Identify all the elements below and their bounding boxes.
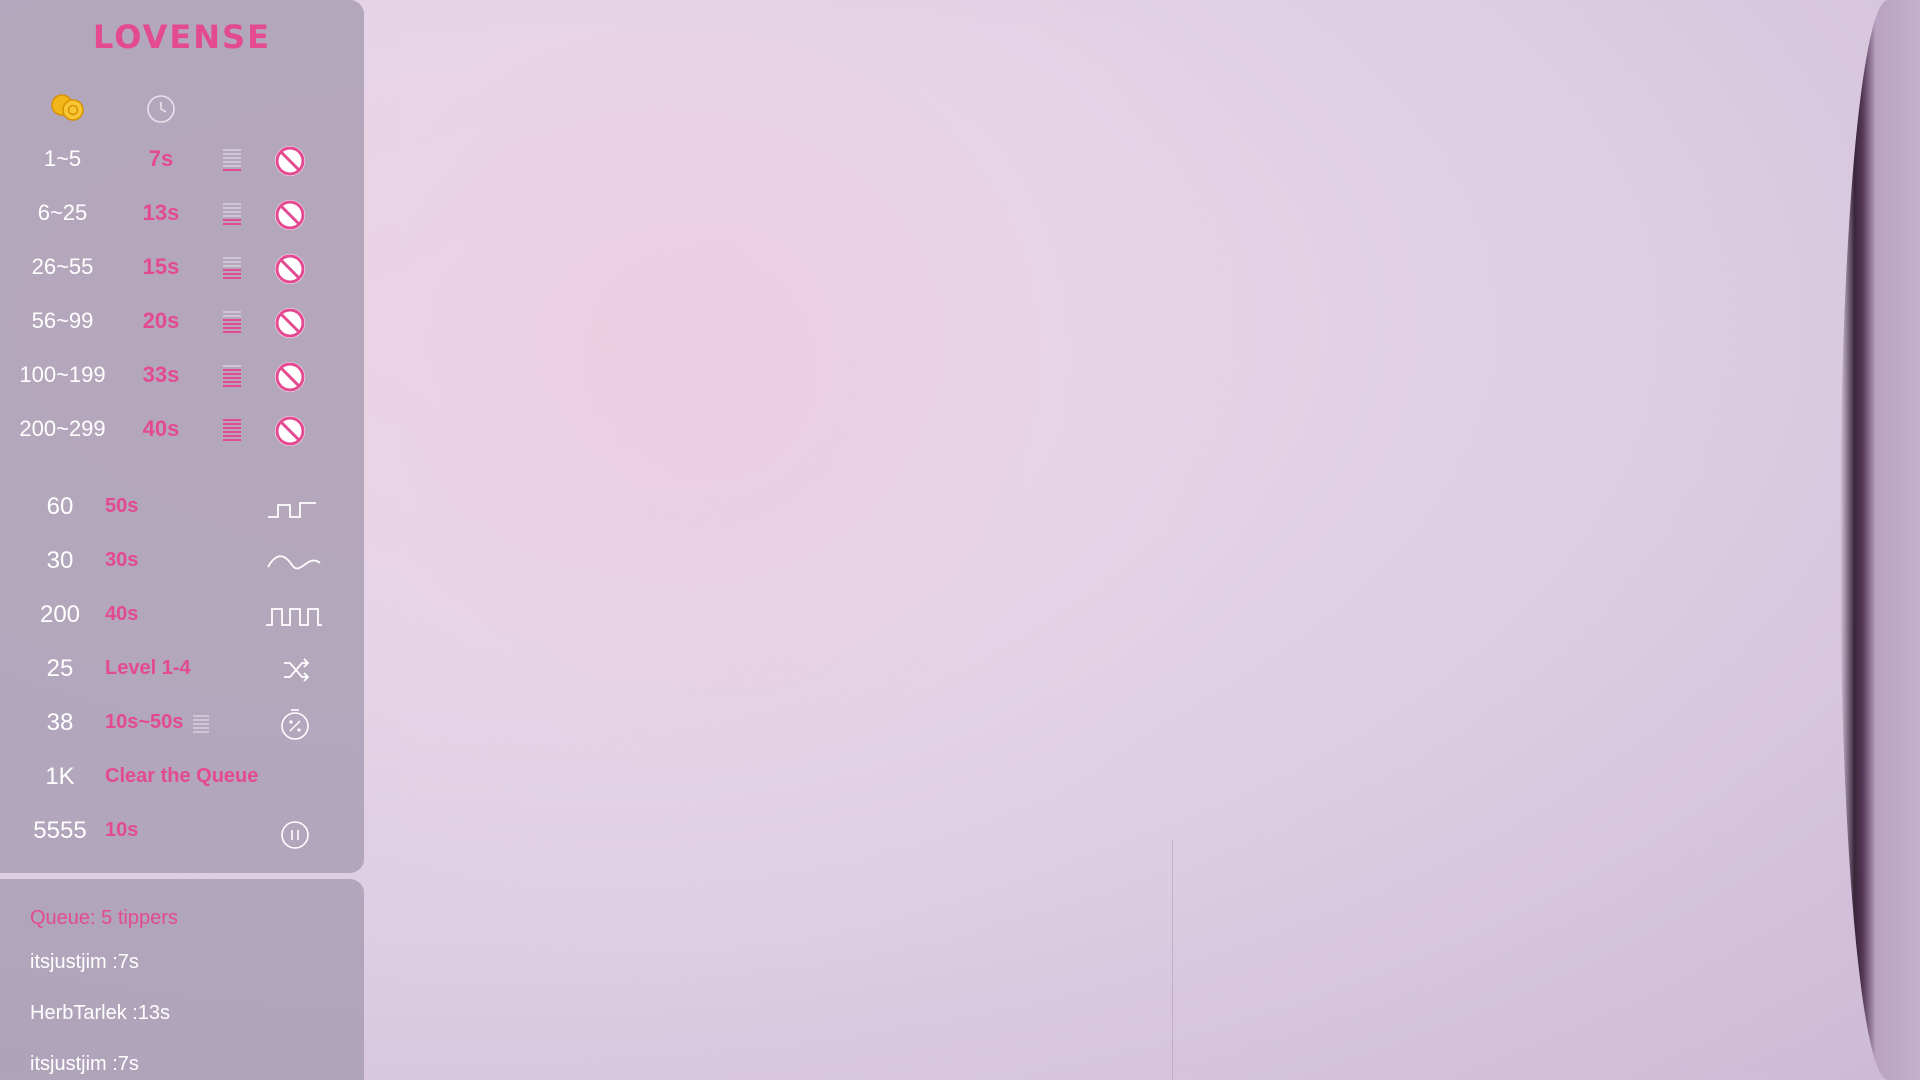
tip-duration: 33s [142, 362, 180, 387]
queue-item: itsjustjim :7s [30, 1053, 139, 1075]
command-label: 10s [105, 819, 139, 841]
pause-icon [281, 821, 309, 849]
command-label: 40s [105, 603, 139, 625]
queue-item: itsjustjim :7s [30, 951, 139, 973]
tip-level-row: 100~199 33s [0, 350, 364, 404]
tip-range: 26~55 [31, 254, 94, 279]
special-command-row: 200 40s [0, 589, 364, 643]
disabled-icon [275, 416, 305, 446]
shuffle-icon [284, 658, 310, 682]
tip-duration: 20s [142, 308, 180, 333]
tip-range: 56~99 [31, 308, 94, 333]
level-bars-icon [223, 419, 241, 441]
lovense-logo: LOVENSE [93, 18, 271, 56]
background-line [1172, 840, 1173, 1080]
tip-range: 100~199 [19, 362, 106, 387]
tip-duration: 13s [142, 200, 180, 225]
tip-amount: 200 [39, 601, 81, 628]
tip-range: 200~299 [19, 416, 106, 441]
special-command-row: 1K Clear the Queue [0, 751, 364, 805]
queue-panel: Queue: 5 tippers itsjustjim :7s HerbTarl… [0, 879, 364, 1080]
special-command-row: 60 50s [0, 481, 364, 535]
tip-level-row: 26~55 15s [0, 242, 364, 296]
level-bars-icon [223, 365, 241, 387]
special-command-row: 5555 10s [0, 805, 364, 859]
right-edge-shadow [1840, 0, 1920, 1080]
tip-duration: 15s [142, 254, 180, 279]
level-bars-icon [223, 203, 241, 225]
tip-level-row: 6~25 13s [0, 188, 364, 242]
clock-icon [147, 95, 175, 123]
command-label: Level 1-4 [105, 657, 191, 679]
random-time-icon [281, 709, 309, 740]
command-label: 50s [105, 495, 139, 517]
disabled-icon [275, 308, 305, 338]
tip-level-row: 200~299 40s [0, 404, 364, 458]
disabled-icon [275, 362, 305, 392]
special-command-row: 30 30s [0, 535, 364, 589]
level-bars-icon [223, 149, 241, 171]
level-bars-icon [193, 715, 209, 733]
disabled-icon [275, 200, 305, 230]
disabled-icon [275, 254, 305, 284]
tip-amount: 38 [46, 709, 74, 736]
tip-amount: 25 [46, 655, 74, 682]
tip-duration: 40s [142, 416, 180, 441]
special-command-row: 25 Level 1-4 [0, 643, 364, 697]
tip-range: 1~5 [43, 146, 82, 171]
queue-item: HerbTarlek :13s [30, 1002, 171, 1024]
tip-amount: 30 [46, 547, 74, 574]
command-label: Clear the Queue [105, 765, 259, 787]
sine-wave-icon [267, 555, 321, 570]
tip-menu-panel: LOVENSE 1~5 7s 6~25 13s 26~55 15s 56~99 20s 100~… [0, 0, 364, 873]
tip-amount: 1K [45, 763, 75, 790]
level-bars-icon [223, 311, 241, 333]
command-label: 10s~50s [105, 711, 184, 733]
command-label: 30s [105, 549, 139, 571]
step-wave-icon [268, 502, 316, 518]
tip-amount: 60 [46, 493, 74, 520]
level-bars-icon [223, 257, 241, 279]
tip-range: 6~25 [37, 200, 88, 225]
coins-icon [51, 94, 84, 121]
queue-title: Queue: 5 tippers [30, 907, 178, 929]
tip-level-row: 1~5 7s [0, 134, 364, 188]
tip-duration: 7s [148, 146, 174, 171]
special-command-row: 38 10s~50s [0, 697, 364, 751]
square-wave-icon [266, 608, 322, 626]
tip-level-row: 56~99 20s [0, 296, 364, 350]
background-glow [400, 20, 1300, 1020]
disabled-icon [275, 146, 305, 176]
tip-amount: 5555 [33, 817, 87, 844]
